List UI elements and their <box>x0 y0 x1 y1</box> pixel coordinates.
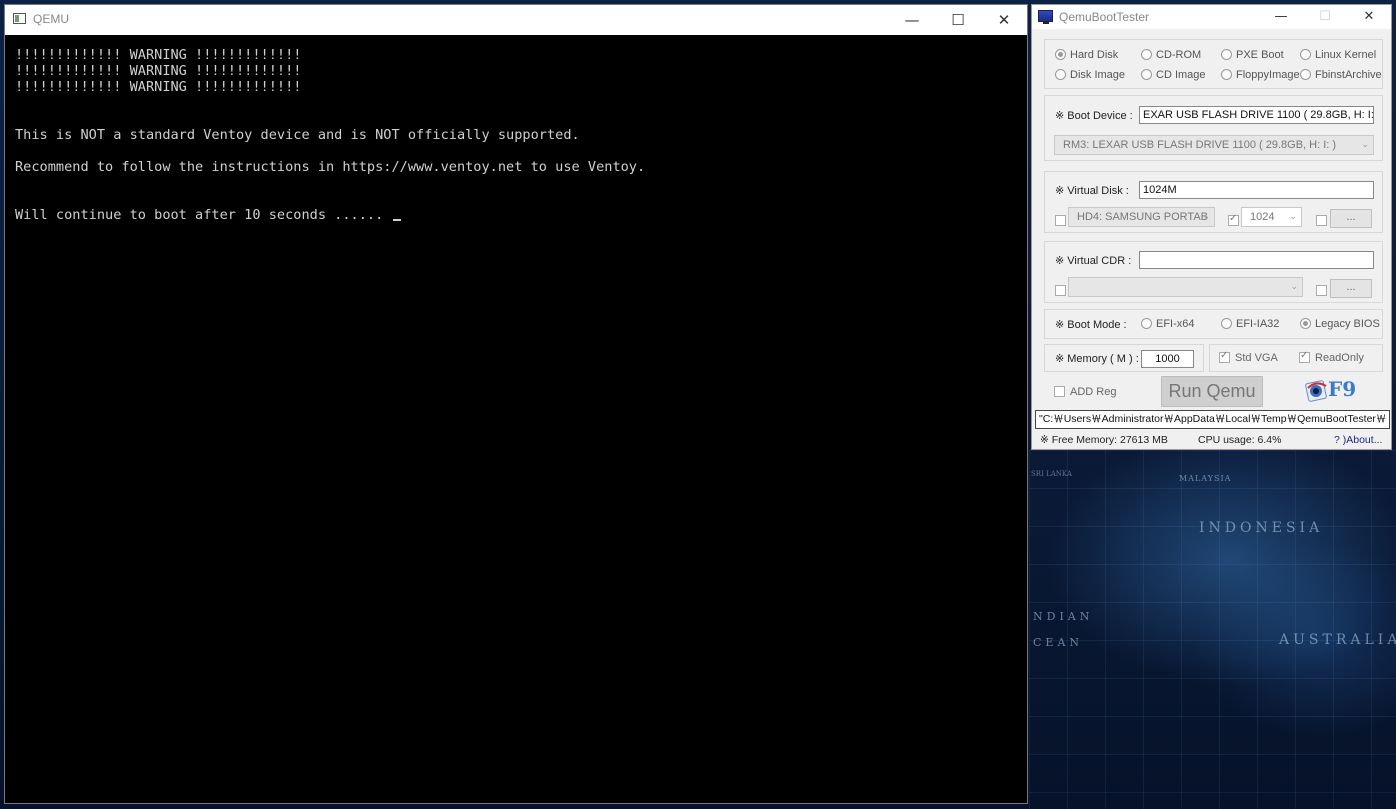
chevron-down-icon: ⌄ <box>1289 212 1297 222</box>
radio-dot <box>1221 69 1232 80</box>
boot-tester-close-button[interactable]: ✕ <box>1347 5 1391 29</box>
virtual-disk-enable-checkbox[interactable] <box>1055 215 1066 226</box>
readonly-checkbox[interactable] <box>1299 350 1310 363</box>
radio-efi-x64[interactable]: EFI-x64 <box>1141 318 1195 330</box>
f9-logo-text: F9 <box>1328 377 1357 401</box>
radio-disk-image[interactable]: Disk Image <box>1055 69 1125 81</box>
map-label-indian: NDIAN <box>1033 610 1094 623</box>
virtual-disk-device-dropdown[interactable]: HD4: SAMSUNG PORTAB ⌄ <box>1068 207 1215 227</box>
boot-tester-titlebar[interactable]: QemuBootTester — ☐ ✕ <box>1032 5 1391 29</box>
boot-device-field[interactable]: EXAR USB FLASH DRIVE 1100 ( 29.8GB, H: I… <box>1139 106 1374 124</box>
map-label-ocean: CEAN <box>1033 636 1084 649</box>
virtual-cdr-field[interactable] <box>1139 251 1374 269</box>
about-link[interactable]: ? )About... <box>1334 434 1382 446</box>
readonly-label: ReadOnly <box>1315 352 1364 364</box>
console-countdown-line: Will continue to boot after 10 seconds .… <box>15 207 402 223</box>
qemu-window: QEMU — ☐ ✕ !!!!!!!!!!!!! WARNING !!!!!!!… <box>4 4 1028 804</box>
boot-tester-maximize-button: ☐ <box>1319 9 1331 24</box>
qemu-maximize-button[interactable]: ☐ <box>935 5 981 35</box>
radio-dot <box>1141 49 1152 60</box>
chevron-down-icon: ⌄ <box>1361 140 1369 150</box>
memory-label: ※ Memory ( M ) : <box>1055 353 1139 365</box>
radio-dot <box>1141 69 1152 80</box>
console-cursor <box>393 219 402 221</box>
qemu-console[interactable]: !!!!!!!!!!!!! WARNING !!!!!!!!!!!!! !!!!… <box>15 45 1017 793</box>
virtual-disk-group: ※ Virtual Disk : 1024M HD4: SAMSUNG PORT… <box>1044 171 1383 233</box>
radio-dot <box>1221 318 1232 329</box>
radio-cd-image[interactable]: CD Image <box>1141 69 1206 81</box>
virtual-disk-size-field[interactable]: 1024M <box>1139 181 1374 199</box>
command-line-field[interactable]: "C:￦Users￦Administrator￦AppData￦Local￦Te… <box>1035 410 1390 429</box>
radio-dot <box>1141 318 1152 329</box>
f9-eye-icon <box>1305 380 1327 402</box>
map-label-indonesia: INDONESIA <box>1199 520 1324 536</box>
radio-dot <box>1300 49 1311 60</box>
console-countdown-text: Will continue to boot after 10 seconds .… <box>15 207 384 223</box>
radio-hard-disk[interactable]: Hard Disk <box>1055 49 1118 61</box>
virtual-disk-browse-button[interactable]: ... <box>1330 209 1372 228</box>
radio-fbinst-archive[interactable]: FbinstArchive <box>1300 69 1382 81</box>
map-label-malaysia: MALAYSIA <box>1179 474 1232 483</box>
virtual-cdr-label: ※ Virtual CDR : <box>1055 255 1132 267</box>
monitor-icon <box>1038 10 1053 24</box>
console-warning-line: !!!!!!!!!!!!! WARNING !!!!!!!!!!!!! <box>15 79 302 95</box>
virtual-disk-file-checkbox[interactable] <box>1316 215 1327 226</box>
std-vga-checkbox[interactable] <box>1219 350 1230 363</box>
virtual-cdr-file-checkbox[interactable] <box>1316 285 1327 296</box>
free-memory-status: ※ Free Memory: 27613 MB <box>1040 434 1168 446</box>
add-reg-checkbox[interactable] <box>1054 386 1065 397</box>
cpu-usage-status: CPU usage: 6.4% <box>1198 434 1282 446</box>
add-reg-label: ADD Reg <box>1070 386 1117 398</box>
radio-dot <box>1221 49 1232 60</box>
virtual-disk-size-checkbox[interactable] <box>1228 213 1239 226</box>
qemu-app-icon <box>13 13 26 24</box>
display-options-group: Std VGA ReadOnly <box>1209 344 1383 372</box>
map-label-sri-lanka: SRI LANKA <box>1031 470 1072 478</box>
qemu-titlebar[interactable]: QEMU — ☐ ✕ <box>5 5 1027 35</box>
boot-mode-group: ※ Boot Mode : EFI-x64 EFI-IA32 Legacy BI… <box>1044 309 1383 339</box>
virtual-disk-label: ※ Virtual Disk : <box>1055 185 1129 197</box>
virtual-cdr-dropdown[interactable]: ⌄ <box>1068 277 1303 297</box>
virtual-cdr-browse-button[interactable]: ... <box>1330 279 1372 298</box>
boot-source-group: Hard Disk CD-ROM PXE Boot Linux Kernel D… <box>1044 39 1383 89</box>
radio-cd-rom[interactable]: CD-ROM <box>1141 49 1201 61</box>
radio-dot <box>1055 69 1066 80</box>
boot-tester-minimize-button[interactable]: — <box>1259 5 1303 29</box>
radio-legacy-bios[interactable]: Legacy BIOS <box>1300 318 1380 330</box>
qemu-window-title: QEMU <box>33 12 69 26</box>
boot-device-group: ※ Boot Device : EXAR USB FLASH DRIVE 110… <box>1044 95 1383 161</box>
console-warning-line: !!!!!!!!!!!!! WARNING !!!!!!!!!!!!! <box>15 47 302 63</box>
radio-floppy-image[interactable]: FloppyImage <box>1221 69 1300 81</box>
radio-dot <box>1300 318 1311 329</box>
f9-logo[interactable]: F9 <box>1304 377 1366 405</box>
radio-efi-ia32[interactable]: EFI-IA32 <box>1221 318 1279 330</box>
boot-device-dropdown[interactable]: RM3: LEXAR USB FLASH DRIVE 1100 ( 29.8GB… <box>1054 135 1374 155</box>
world-map-wallpaper: SRI LANKA MALAYSIA INDONESIA NDIAN CEAN … <box>1029 450 1396 809</box>
boot-tester-title: QemuBootTester <box>1059 10 1150 24</box>
chevron-down-icon: ⌄ <box>1290 282 1298 292</box>
radio-linux-kernel[interactable]: Linux Kernel <box>1300 49 1376 61</box>
virtual-cdr-enable-checkbox[interactable] <box>1055 285 1066 296</box>
virtual-cdr-group: ※ Virtual CDR : ⌄ ... <box>1044 241 1383 303</box>
radio-pxe-boot[interactable]: PXE Boot <box>1221 49 1284 61</box>
virtual-disk-size-dropdown[interactable]: 1024 ⌄ <box>1241 207 1302 227</box>
std-vga-label: Std VGA <box>1235 352 1278 364</box>
memory-field[interactable]: 1000 <box>1141 350 1194 368</box>
qemu-close-button[interactable]: ✕ <box>981 5 1027 35</box>
qemu-boot-tester-window: QemuBootTester — ☐ ✕ Hard Disk CD-ROM PX… <box>1031 4 1392 450</box>
boot-mode-label: ※ Boot Mode : <box>1055 319 1127 331</box>
qemu-minimize-button[interactable]: — <box>889 5 935 35</box>
status-bar: ※ Free Memory: 27613 MB CPU usage: 6.4% … <box>1032 431 1391 449</box>
console-warning-line: !!!!!!!!!!!!! WARNING !!!!!!!!!!!!! <box>15 63 302 79</box>
memory-group: ※ Memory ( M ) : 1000 <box>1044 344 1204 372</box>
map-label-australia: AUSTRALIA <box>1279 632 1396 648</box>
console-recommend-line: Recommend to follow the instructions in … <box>15 159 646 175</box>
run-qemu-button[interactable]: Run Qemu <box>1161 376 1263 407</box>
boot-device-label: ※ Boot Device : <box>1055 110 1133 122</box>
radio-dot <box>1055 49 1066 60</box>
radio-dot <box>1300 69 1311 80</box>
chevron-down-icon: ⌄ <box>1202 212 1210 222</box>
console-not-standard-line: This is NOT a standard Ventoy device and… <box>15 127 580 143</box>
